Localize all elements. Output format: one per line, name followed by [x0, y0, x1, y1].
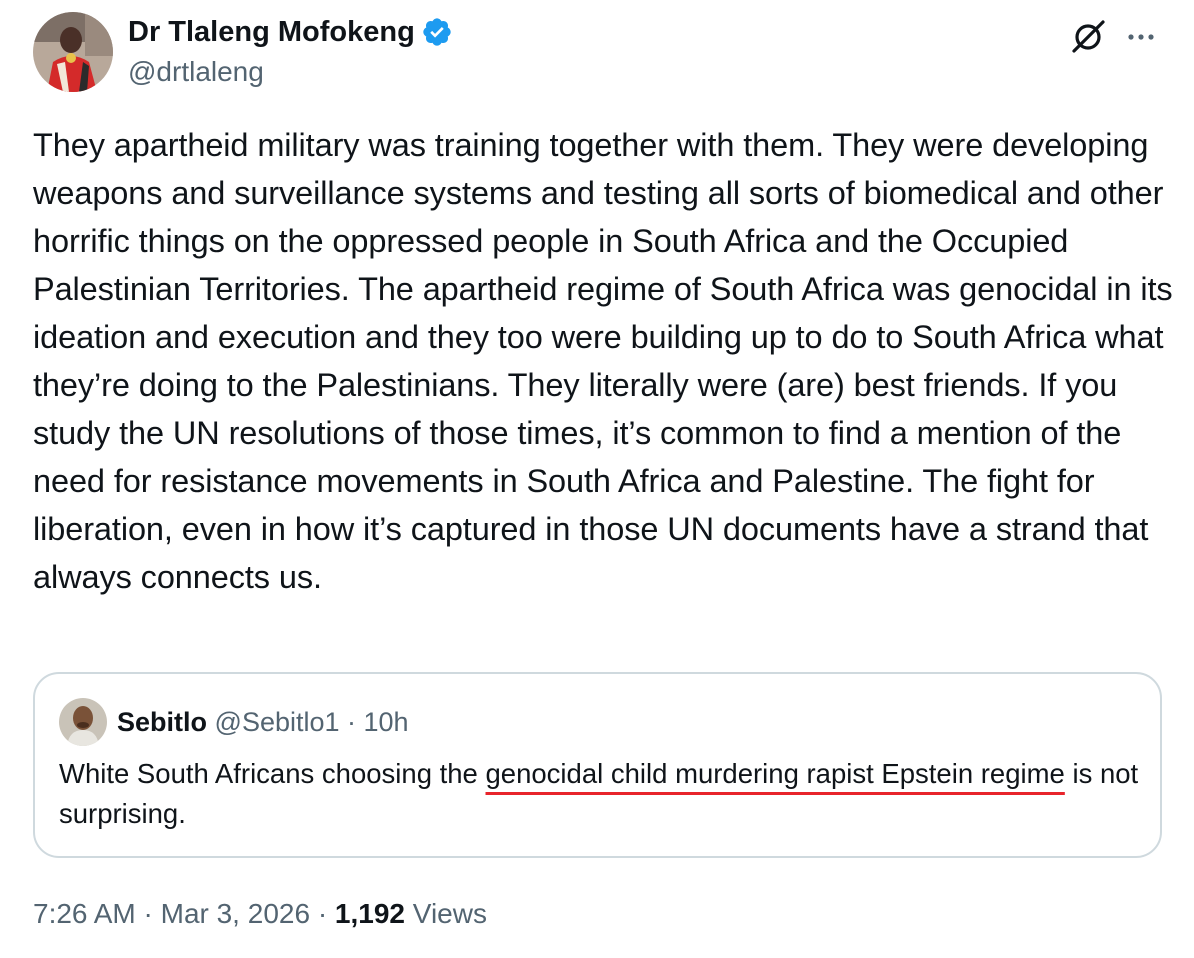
quoted-tweet-card[interactable]: Sebitlo @Sebitlo1 · 10h White South Afri… [33, 672, 1162, 858]
timestamp[interactable]: 7:26 AM · Mar 3, 2026 · [33, 898, 335, 929]
quote-text-before: White South Africans choosing the [59, 758, 486, 789]
views-count: 1,192 [334, 898, 405, 929]
quote-author-avatar[interactable] [59, 698, 107, 746]
tweet-meta-footer: 7:26 AM · Mar 3, 2026 · 1,192 Views [33, 894, 487, 934]
tweet-text: They apartheid military was training tog… [33, 127, 1173, 595]
views-label: Views [412, 898, 487, 929]
verified-badge-icon[interactable] [421, 16, 453, 48]
author-avatar[interactable] [33, 12, 113, 92]
author-name-text[interactable]: Dr Tlaleng Mofokeng [128, 12, 415, 52]
quote-text-highlight: genocidal child murdering rapist Epstein… [485, 758, 1065, 789]
author-handle[interactable]: @drtlaleng [128, 53, 264, 91]
grok-icon[interactable] [1070, 17, 1108, 55]
quote-author-name[interactable]: Sebitlo [117, 707, 207, 737]
quote-header: Sebitlo @Sebitlo1 · 10h [117, 702, 409, 742]
more-options-icon[interactable] [1124, 20, 1158, 54]
quote-author-meta: @Sebitlo1 · 10h [214, 707, 409, 737]
author-name[interactable]: Dr Tlaleng Mofokeng [128, 12, 453, 52]
quote-text: White South Africans choosing the genoci… [59, 754, 1139, 834]
